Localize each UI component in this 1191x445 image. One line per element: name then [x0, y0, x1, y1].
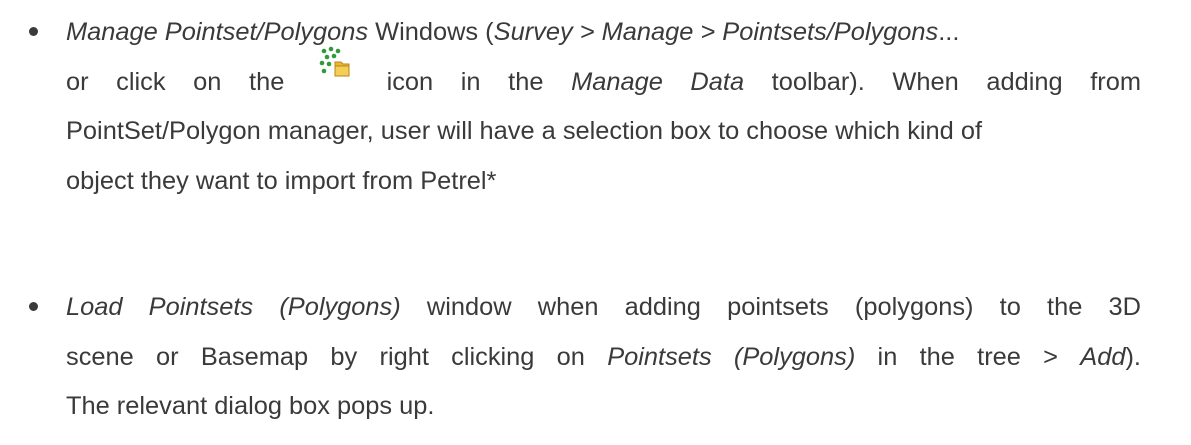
toolbar-name: Manage Data: [571, 67, 745, 96]
line-2: or click on the icon in the Manage Data …: [66, 46, 1142, 108]
text-span: toolbar). When adding from: [744, 67, 1142, 96]
text-span: ).: [1125, 342, 1141, 371]
bullet-dot: [29, 27, 38, 36]
line-1: Manage Pointset/Polygons Windows (Survey…: [66, 8, 1141, 58]
line-4: object they want to import from Petrel*: [66, 166, 497, 195]
menu-action: Add: [1080, 342, 1126, 371]
text-span: or click on the: [66, 67, 285, 96]
document-page: Manage Pointset/Polygons Windows (Survey…: [0, 0, 1191, 445]
text-span: in the tree >: [855, 342, 1081, 371]
list-item: Manage Pointset/Polygons Windows (Survey…: [29, 8, 1142, 206]
text-span: icon in the: [386, 67, 572, 96]
text-span: Windows (: [368, 18, 494, 46]
text-span: scene or Basemap by right clicking on: [66, 342, 608, 371]
line-3: The relevant dialog box pops up.: [66, 392, 435, 420]
bullet-dot: [29, 302, 38, 311]
text-span: ...: [938, 18, 960, 46]
menu-path: Survey > Manage > Pointsets/Polygons: [493, 18, 939, 46]
tree-node-name: Pointsets (Polygons): [607, 342, 856, 371]
line-2: scene or Basemap by right clicking on Po…: [66, 333, 1141, 383]
window-name: Manage Pointset/Polygons: [66, 18, 369, 46]
window-name: Load Pointsets (Polygons): [66, 293, 401, 321]
pointset-manager-icon: [319, 46, 350, 76]
text-span: window when adding pointsets (polygons) …: [400, 293, 1141, 321]
list-item: Load Pointsets (Polygons) window when ad…: [29, 283, 1141, 432]
line-1: Load Pointsets (Polygons) window when ad…: [66, 283, 1141, 333]
line-3: PointSet/Polygon manager, user will have…: [66, 117, 983, 145]
